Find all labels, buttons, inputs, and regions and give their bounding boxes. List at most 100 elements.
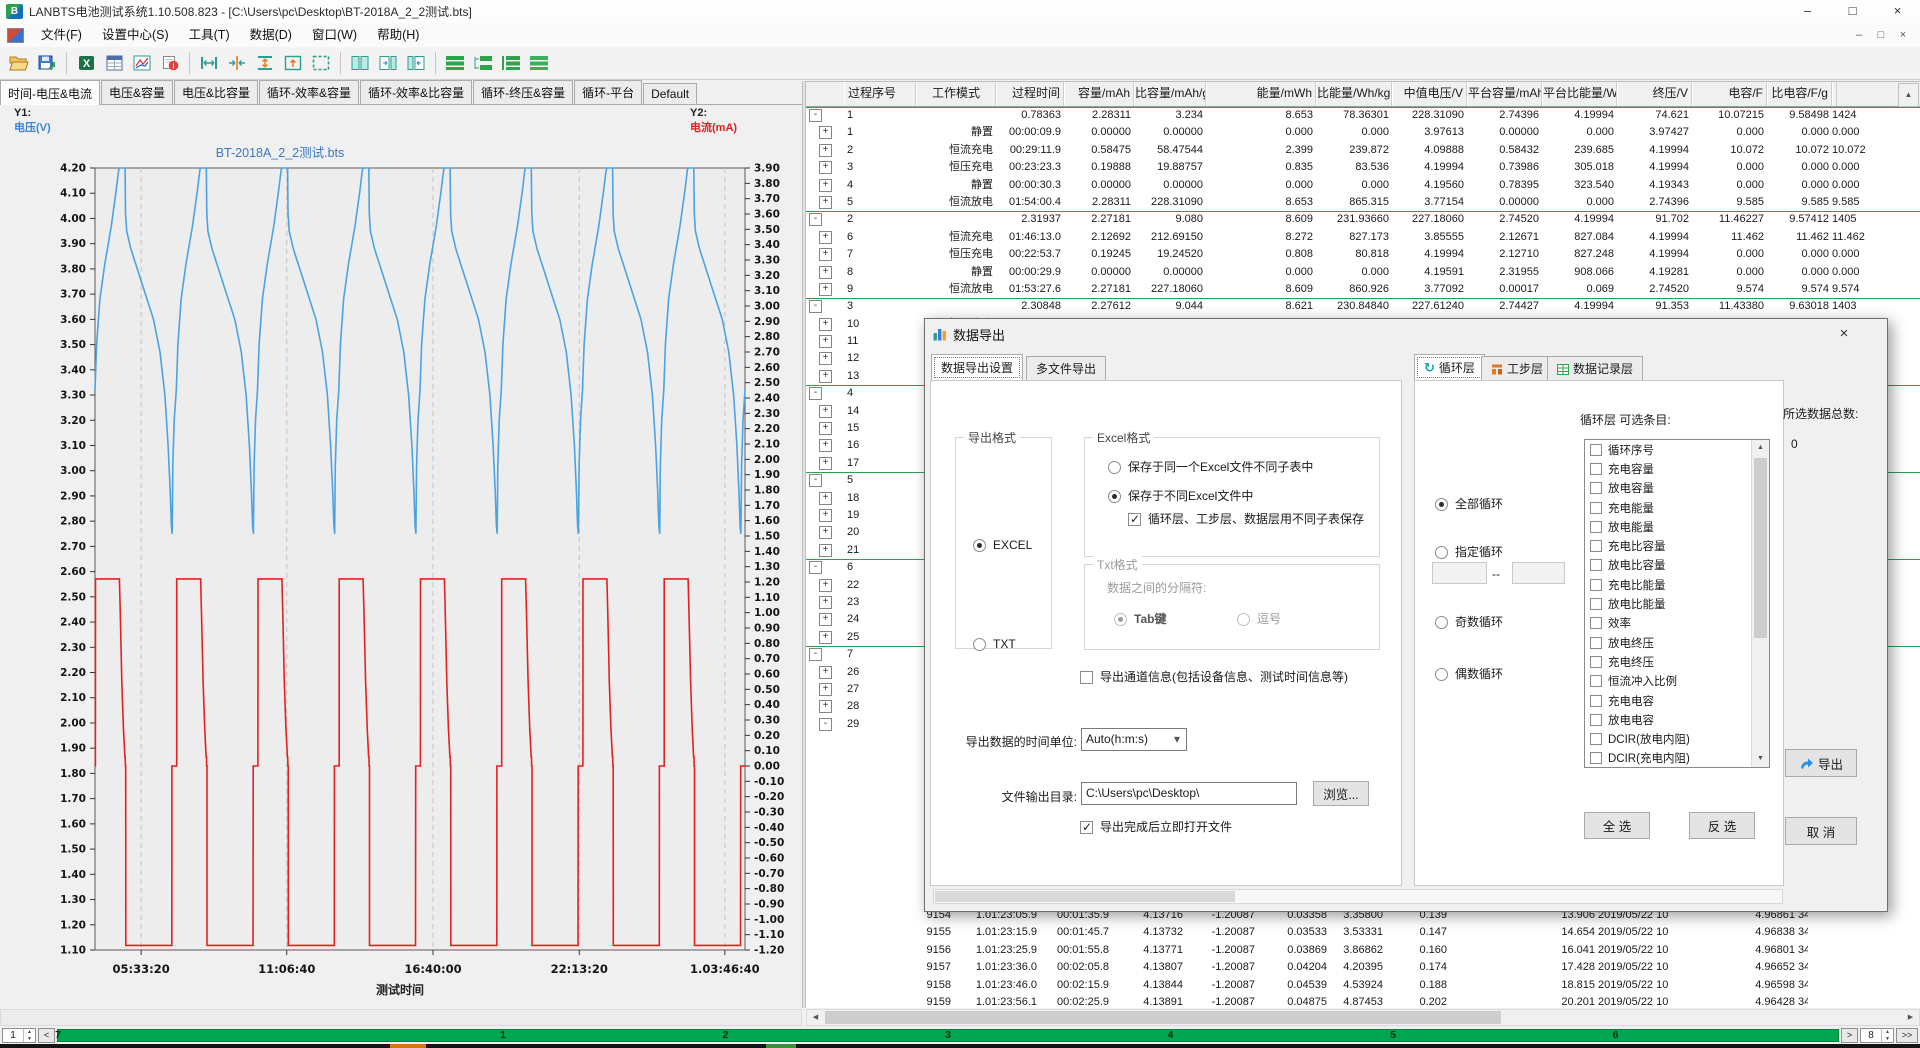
tree-toggle[interactable]: - xyxy=(806,211,844,228)
tree-toggle[interactable] xyxy=(806,942,844,959)
tree-toggle[interactable]: + xyxy=(806,490,844,507)
menu-item[interactable]: 设置中心(S) xyxy=(92,24,179,47)
list-item[interactable]: 放电比容量 xyxy=(1585,556,1769,575)
browse-button[interactable]: 浏览... xyxy=(1313,781,1369,806)
table-row[interactable]: + 3恒压充电00:23:23.30.1988819.887570.83583.… xyxy=(806,159,1920,176)
radio-txt[interactable]: TXT xyxy=(973,637,1016,651)
layout-left-icon[interactable] xyxy=(374,50,402,77)
tree-toggle[interactable]: + xyxy=(806,629,844,646)
scroll-thumb[interactable] xyxy=(1754,458,1767,638)
open-file-icon[interactable] xyxy=(5,50,33,77)
chart-tab[interactable]: 电压&比容量 xyxy=(174,80,258,104)
report-icon[interactable] xyxy=(100,50,128,77)
tree-toggle[interactable] xyxy=(806,872,844,889)
nav-last-button[interactable]: >> xyxy=(1896,1028,1918,1043)
list-item[interactable]: 放电比能量 xyxy=(1585,594,1769,613)
view-list-2-icon[interactable] xyxy=(469,50,497,77)
tree-toggle[interactable]: + xyxy=(806,524,844,541)
tree-toggle[interactable]: + xyxy=(806,594,844,611)
chart-horizontal-scrollbar[interactable] xyxy=(0,1009,802,1026)
radio-different-excel-files[interactable]: 保存于不同Excel文件中 xyxy=(1108,487,1253,504)
table-header-cell[interactable]: 过程序号 xyxy=(844,82,916,106)
tree-toggle[interactable]: + xyxy=(806,698,844,715)
tree-toggle[interactable] xyxy=(806,803,844,820)
cancel-button[interactable]: 取 消 xyxy=(1785,817,1857,845)
checkbox-separate-sheets[interactable]: 循环层、工步层、数据层用不同子表保存 xyxy=(1128,510,1364,527)
nav-next-button[interactable]: > xyxy=(1841,1028,1858,1043)
tree-toggle[interactable]: + xyxy=(806,507,844,524)
list-item[interactable]: 循环序号 xyxy=(1585,440,1769,459)
view-list-1-icon[interactable] xyxy=(441,50,469,77)
tree-toggle[interactable]: + xyxy=(806,611,844,628)
radio-odd-cycles[interactable]: 奇数循环 xyxy=(1435,613,1503,630)
sep1[interactable] xyxy=(66,52,67,74)
menu-item[interactable]: 工具(T) xyxy=(179,24,240,47)
list-item[interactable]: 效率 xyxy=(1585,614,1769,633)
sep2[interactable] xyxy=(189,52,190,74)
dialog-horizontal-scrollbar[interactable] xyxy=(933,889,1783,904)
list-item[interactable]: 放电终压 xyxy=(1585,633,1769,652)
alarm-log-icon[interactable]: i xyxy=(156,50,184,77)
excel-export-icon[interactable]: X xyxy=(72,50,100,77)
table-header-cell[interactable] xyxy=(1832,82,1837,106)
tree-toggle[interactable]: + xyxy=(806,437,844,454)
table-row[interactable]: + 9恒流放电01:53:27.62.27181227.180608.60986… xyxy=(806,281,1920,298)
taskbar-item[interactable] xyxy=(766,1044,796,1048)
page-right-spinner[interactable]: 8 ▲▼ xyxy=(1860,1028,1894,1043)
tree-toggle[interactable]: + xyxy=(806,246,844,263)
table-header-cell[interactable]: 工作模式 xyxy=(916,82,996,106)
tree-toggle[interactable]: + xyxy=(806,455,844,472)
tree-toggle[interactable] xyxy=(806,907,844,924)
table-row[interactable]: + 7恒压充电00:22:53.70.1924519.245200.80880.… xyxy=(806,246,1920,263)
view-list-4-icon[interactable] xyxy=(525,50,553,77)
tree-toggle[interactable]: + xyxy=(806,229,844,246)
tree-toggle[interactable]: + xyxy=(806,177,844,194)
tree-toggle[interactable]: + xyxy=(806,681,844,698)
dialog-title-bar[interactable]: 数据导出 xyxy=(925,319,1887,349)
nav-section-number[interactable]: 3 xyxy=(945,1029,951,1041)
table-row[interactable]: + 8静置00:00:29.90.000000.000000.0000.0004… xyxy=(806,264,1920,281)
spinner-arrows-icon[interactable]: ▲▼ xyxy=(23,1029,35,1042)
tree-toggle[interactable]: - xyxy=(806,559,844,576)
tab-cycle-layer[interactable]: ↻循环层 xyxy=(1414,354,1485,381)
table-row[interactable]: 91581.01:23:46.000:02:15.94.13844-1.2008… xyxy=(806,977,1920,994)
invert-selection-button[interactable]: 反 选 xyxy=(1689,812,1755,839)
list-item[interactable]: 放电容量 xyxy=(1585,479,1769,498)
table-row[interactable]: - 32.308482.276129.0448.621230.84840227.… xyxy=(806,298,1920,315)
fit-horizontal-icon[interactable] xyxy=(195,50,223,77)
nav-section-number[interactable]: 2 xyxy=(723,1029,729,1041)
scroll-thumb[interactable] xyxy=(825,1011,1501,1024)
tab-step-layer[interactable]: 工步层 xyxy=(1481,356,1553,381)
tree-toggle[interactable]: - xyxy=(806,472,844,489)
tree-toggle[interactable] xyxy=(806,890,844,907)
select-all-button[interactable]: 全 选 xyxy=(1584,812,1650,839)
chart-tab[interactable]: 电压&容量 xyxy=(101,80,173,104)
table-horizontal-scrollbar[interactable] xyxy=(806,1009,1920,1026)
menu-item[interactable]: 帮助(H) xyxy=(367,24,429,47)
table-row[interactable]: + 1静置00:00:09.90.000000.000000.0000.0003… xyxy=(806,124,1920,141)
table-row[interactable]: 91571.01:23:36.000:02:05.84.13807-1.2008… xyxy=(806,959,1920,976)
table-row[interactable]: 91551.01:23:15.900:01:45.74.13732-1.2008… xyxy=(806,924,1920,941)
list-item[interactable]: 充电比能量 xyxy=(1585,575,1769,594)
list-item[interactable]: 放电电容 xyxy=(1585,710,1769,729)
window-control-button[interactable]: × xyxy=(1875,0,1920,23)
list-item[interactable]: DCIR(放电内阻) xyxy=(1585,729,1769,748)
table-scroll-up-icon[interactable] xyxy=(1898,83,1919,107)
list-item[interactable]: 充电电容 xyxy=(1585,691,1769,710)
list-item[interactable]: 充电能量 xyxy=(1585,498,1769,517)
cycle-range-from-input[interactable] xyxy=(1432,562,1487,584)
table-row[interactable]: + 2恒流充电00:29:11.90.5847558.475442.399239… xyxy=(806,142,1920,159)
table-row[interactable]: 91561.01:23:25.900:01:55.84.13771-1.2008… xyxy=(806,942,1920,959)
tree-toggle[interactable]: - xyxy=(806,646,844,663)
windows-taskbar-sliver[interactable] xyxy=(0,1044,1920,1048)
tree-toggle[interactable] xyxy=(806,820,844,837)
radio-specified-cycles[interactable]: 指定循环 xyxy=(1435,543,1503,560)
scroll-right-icon[interactable] xyxy=(1902,1010,1919,1025)
tree-toggle[interactable]: - xyxy=(806,298,844,315)
checkbox-channel-info[interactable]: 导出通道信息(包括设备信息、测试时间信息等) xyxy=(1080,668,1348,685)
table-header-cell[interactable]: 比能量/Wh/kg xyxy=(1316,82,1392,106)
tree-toggle[interactable] xyxy=(806,785,844,802)
tree-toggle[interactable] xyxy=(806,750,844,767)
mdi-control-button[interactable]: × xyxy=(1892,24,1914,46)
tree-toggle[interactable]: + xyxy=(806,664,844,681)
